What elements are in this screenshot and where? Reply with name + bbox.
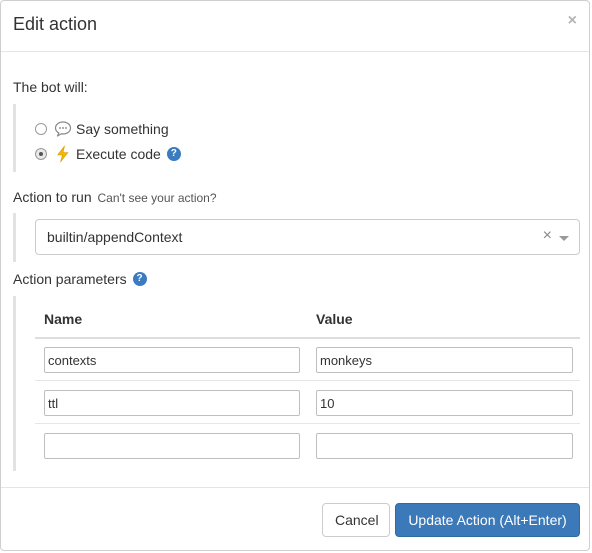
- option-say-something[interactable]: Say something: [35, 119, 169, 139]
- update-action-button[interactable]: Update Action (Alt+Enter): [395, 503, 580, 537]
- radio-execute-code[interactable]: [35, 148, 47, 160]
- close-icon[interactable]: ×: [568, 13, 577, 29]
- param-value-input[interactable]: [316, 433, 573, 459]
- column-header-value: Value: [316, 311, 353, 327]
- option-execute-code[interactable]: Execute code ?: [35, 144, 181, 164]
- action-to-run-title: Action to run: [13, 189, 92, 205]
- clear-icon[interactable]: ×: [543, 227, 552, 245]
- chevron-down-icon[interactable]: [559, 236, 569, 241]
- action-select-value: builtin/appendContext: [47, 229, 183, 245]
- param-name-input[interactable]: [44, 433, 300, 459]
- modal-header: Edit action ×: [1, 1, 589, 52]
- option-label: Execute code: [76, 146, 161, 162]
- cant-see-action-link[interactable]: Can't see your action?: [98, 191, 217, 205]
- section-rule: [13, 104, 16, 172]
- help-icon[interactable]: ?: [166, 147, 181, 161]
- row-divider: [35, 423, 580, 424]
- action-select[interactable]: builtin/appendContext ×: [35, 219, 580, 255]
- modal-title: Edit action: [13, 14, 98, 34]
- footer-divider: [1, 487, 589, 488]
- action-parameters-title: Action parameters: [13, 271, 127, 287]
- param-name-input[interactable]: [44, 347, 300, 373]
- option-label: Say something: [76, 121, 169, 137]
- row-divider: [35, 380, 580, 381]
- param-value-input[interactable]: [316, 347, 573, 373]
- action-parameters-label: Action parameters ?: [13, 271, 147, 287]
- section-rule: [13, 213, 16, 262]
- section-rule: [13, 296, 16, 471]
- edit-action-modal: Edit action × The bot will: Say somethin…: [0, 0, 590, 551]
- column-header-name: Name: [44, 311, 83, 327]
- cancel-button[interactable]: Cancel: [322, 503, 390, 537]
- action-to-run-label: Action to run Can't see your action?: [13, 189, 217, 205]
- param-value-input[interactable]: [316, 390, 573, 416]
- bot-will-label: The bot will:: [13, 79, 88, 95]
- speech-bubble-icon: [54, 120, 72, 138]
- help-icon[interactable]: ?: [132, 272, 147, 286]
- lightning-bolt-icon: [54, 145, 72, 163]
- radio-say-something[interactable]: [35, 123, 47, 135]
- param-name-input[interactable]: [44, 390, 300, 416]
- header-divider: [35, 337, 580, 339]
